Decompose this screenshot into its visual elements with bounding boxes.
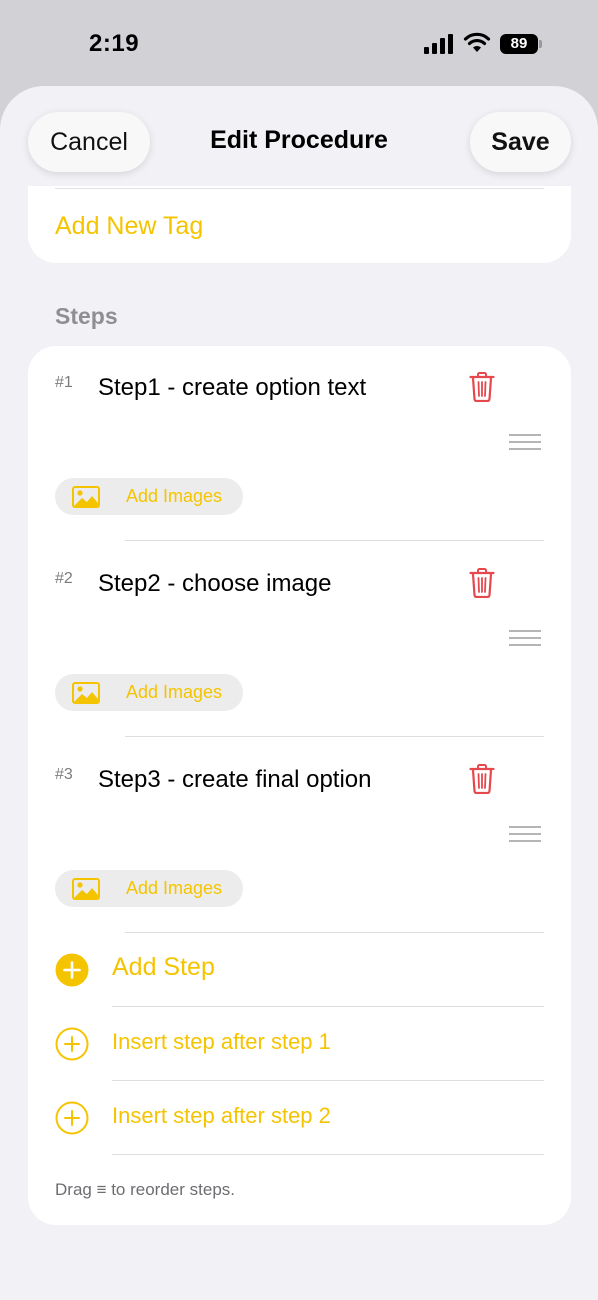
- edit-procedure-sheet: Edit Procedure Cancel Save Add New Tag S…: [0, 86, 598, 1300]
- add-images-button[interactable]: Add Images: [55, 478, 243, 515]
- divider: [125, 736, 544, 737]
- insert-step-after-2-button[interactable]: Insert step after step 2: [28, 1082, 571, 1155]
- add-images-button[interactable]: Add Images: [55, 674, 243, 711]
- cellular-signal-icon: [424, 34, 453, 54]
- status-bar: 2:19 89: [0, 0, 598, 86]
- reorder-hint: Drag ≡ to reorder steps.: [55, 1180, 235, 1199]
- trash-icon[interactable]: [469, 372, 495, 402]
- step-number: #2: [55, 570, 73, 587]
- add-step-label: Add Step: [112, 953, 215, 981]
- drag-handle-icon[interactable]: [508, 628, 542, 648]
- add-images-label: Add Images: [126, 682, 223, 702]
- battery-icon: 89: [500, 34, 544, 54]
- divider: [112, 1006, 544, 1007]
- drag-handle-icon[interactable]: [508, 432, 542, 452]
- step-text-field[interactable]: Step2 - choose image: [98, 570, 331, 598]
- divider: [125, 540, 544, 541]
- cancel-button[interactable]: Cancel: [28, 112, 150, 172]
- image-icon: [72, 878, 100, 900]
- step-row: #2 Step2 - choose image Add Images: [28, 542, 571, 737]
- status-time: 2:19: [89, 30, 140, 57]
- divider: [125, 932, 544, 933]
- add-new-tag-button[interactable]: Add New Tag: [55, 212, 203, 241]
- divider: [112, 1154, 544, 1155]
- image-icon: [72, 682, 100, 704]
- add-images-button[interactable]: Add Images: [55, 870, 243, 907]
- step-row: #1 Step1 - create option text Add Images: [28, 346, 571, 541]
- insert-step-label: Insert step after step 1: [112, 1029, 331, 1054]
- add-images-label: Add Images: [126, 878, 223, 898]
- plus-circle-outline-icon: [55, 1101, 89, 1135]
- steps-section-header: Steps: [55, 303, 118, 329]
- insert-step-label: Insert step after step 2: [112, 1103, 331, 1128]
- add-step-button[interactable]: Add Step: [28, 934, 571, 1007]
- plus-circle-filled-icon: [55, 953, 89, 987]
- wifi-icon: [463, 32, 491, 52]
- divider: [55, 188, 544, 189]
- step-number: #1: [55, 374, 73, 391]
- plus-circle-outline-icon: [55, 1027, 89, 1061]
- tags-card: Add New Tag: [28, 186, 571, 263]
- step-text-field[interactable]: Step3 - create final option: [98, 766, 372, 794]
- save-button[interactable]: Save: [470, 112, 571, 172]
- step-text-field[interactable]: Step1 - create option text: [98, 374, 366, 402]
- drag-handle-icon[interactable]: [508, 824, 542, 844]
- steps-card: #1 Step1 - create option text Add Images…: [28, 346, 571, 1225]
- step-number: #3: [55, 766, 73, 783]
- add-images-label: Add Images: [126, 486, 223, 506]
- insert-step-after-1-button[interactable]: Insert step after step 1: [28, 1008, 571, 1081]
- trash-icon[interactable]: [469, 764, 495, 794]
- trash-icon[interactable]: [469, 568, 495, 598]
- image-icon: [72, 486, 100, 508]
- battery-level: 89: [510, 35, 528, 52]
- divider: [112, 1080, 544, 1081]
- step-row: #3 Step3 - create final option Add Image…: [28, 738, 571, 933]
